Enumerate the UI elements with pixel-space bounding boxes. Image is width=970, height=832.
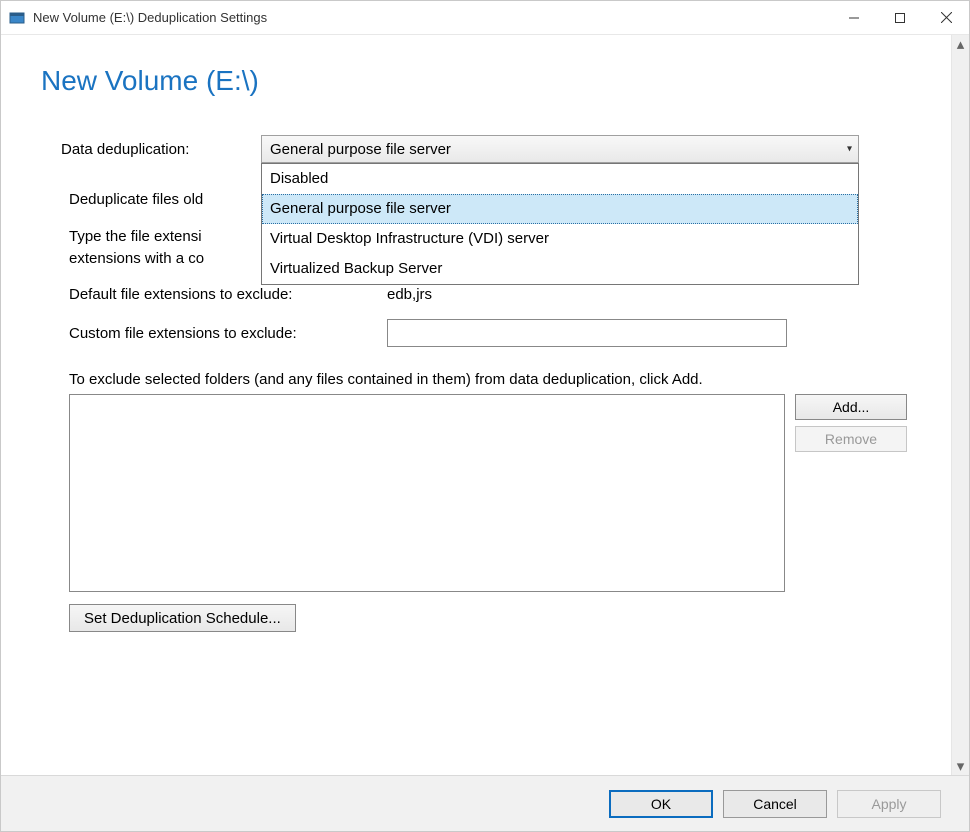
custom-ext-input[interactable] bbox=[387, 319, 787, 347]
apply-button[interactable]: Apply bbox=[837, 790, 941, 818]
window-title: New Volume (E:\) Deduplication Settings bbox=[33, 10, 831, 25]
dedup-select-display[interactable]: General purpose file server ▾ bbox=[261, 135, 859, 163]
dedup-option-general[interactable]: General purpose file server bbox=[262, 194, 858, 224]
footer: OK Cancel Apply bbox=[1, 775, 969, 831]
age-label: Deduplicate files old bbox=[69, 191, 203, 208]
dedup-selected-text: General purpose file server bbox=[270, 141, 451, 158]
scroll-up-icon[interactable]: ▴ bbox=[952, 35, 969, 53]
scroll-down-icon[interactable]: ▾ bbox=[952, 757, 969, 775]
ok-button[interactable]: OK bbox=[609, 790, 713, 818]
dedup-select[interactable]: General purpose file server ▾ Disabled G… bbox=[261, 135, 859, 163]
content-wrapper: New Volume (E:\) Data deduplication: Gen… bbox=[1, 35, 969, 775]
window-controls bbox=[831, 1, 969, 34]
scroll-area: New Volume (E:\) Data deduplication: Gen… bbox=[1, 35, 951, 775]
default-ext-row: Default file extensions to exclude: edb,… bbox=[69, 286, 911, 303]
dedup-option-disabled[interactable]: Disabled bbox=[262, 164, 858, 194]
dedup-option-backup[interactable]: Virtualized Backup Server bbox=[262, 254, 858, 284]
chevron-down-icon: ▾ bbox=[847, 144, 852, 155]
dedup-option-vdi[interactable]: Virtual Desktop Infrastructure (VDI) ser… bbox=[262, 224, 858, 254]
exclude-buttons: Add... Remove bbox=[795, 394, 907, 452]
vertical-scrollbar[interactable]: ▴ ▾ bbox=[951, 35, 969, 775]
exclude-instruction: To exclude selected folders (and any fil… bbox=[69, 371, 911, 388]
add-button[interactable]: Add... bbox=[795, 394, 907, 420]
dedup-row: Data deduplication: General purpose file… bbox=[61, 135, 911, 163]
page-title: New Volume (E:\) bbox=[41, 65, 911, 97]
exclude-listbox[interactable] bbox=[69, 394, 785, 592]
custom-ext-row: Custom file extensions to exclude: bbox=[69, 319, 911, 347]
maximize-button[interactable] bbox=[877, 1, 923, 34]
app-icon bbox=[9, 10, 25, 26]
remove-button[interactable]: Remove bbox=[795, 426, 907, 452]
dedup-dropdown[interactable]: Disabled General purpose file server Vir… bbox=[261, 163, 859, 285]
set-schedule-button[interactable]: Set Deduplication Schedule... bbox=[69, 604, 296, 632]
cancel-button[interactable]: Cancel bbox=[723, 790, 827, 818]
ext-help-line2: extensions with a co bbox=[69, 250, 204, 267]
custom-ext-label: Custom file extensions to exclude: bbox=[69, 325, 359, 342]
titlebar: New Volume (E:\) Deduplication Settings bbox=[1, 1, 969, 35]
exclude-area: Add... Remove bbox=[69, 394, 911, 592]
minimize-button[interactable] bbox=[831, 1, 877, 34]
close-button[interactable] bbox=[923, 1, 969, 34]
default-ext-label: Default file extensions to exclude: bbox=[69, 286, 359, 303]
ext-help-line1: Type the file extensi bbox=[69, 228, 202, 245]
dedup-label: Data deduplication: bbox=[61, 141, 261, 158]
default-ext-value: edb,jrs bbox=[387, 286, 432, 303]
